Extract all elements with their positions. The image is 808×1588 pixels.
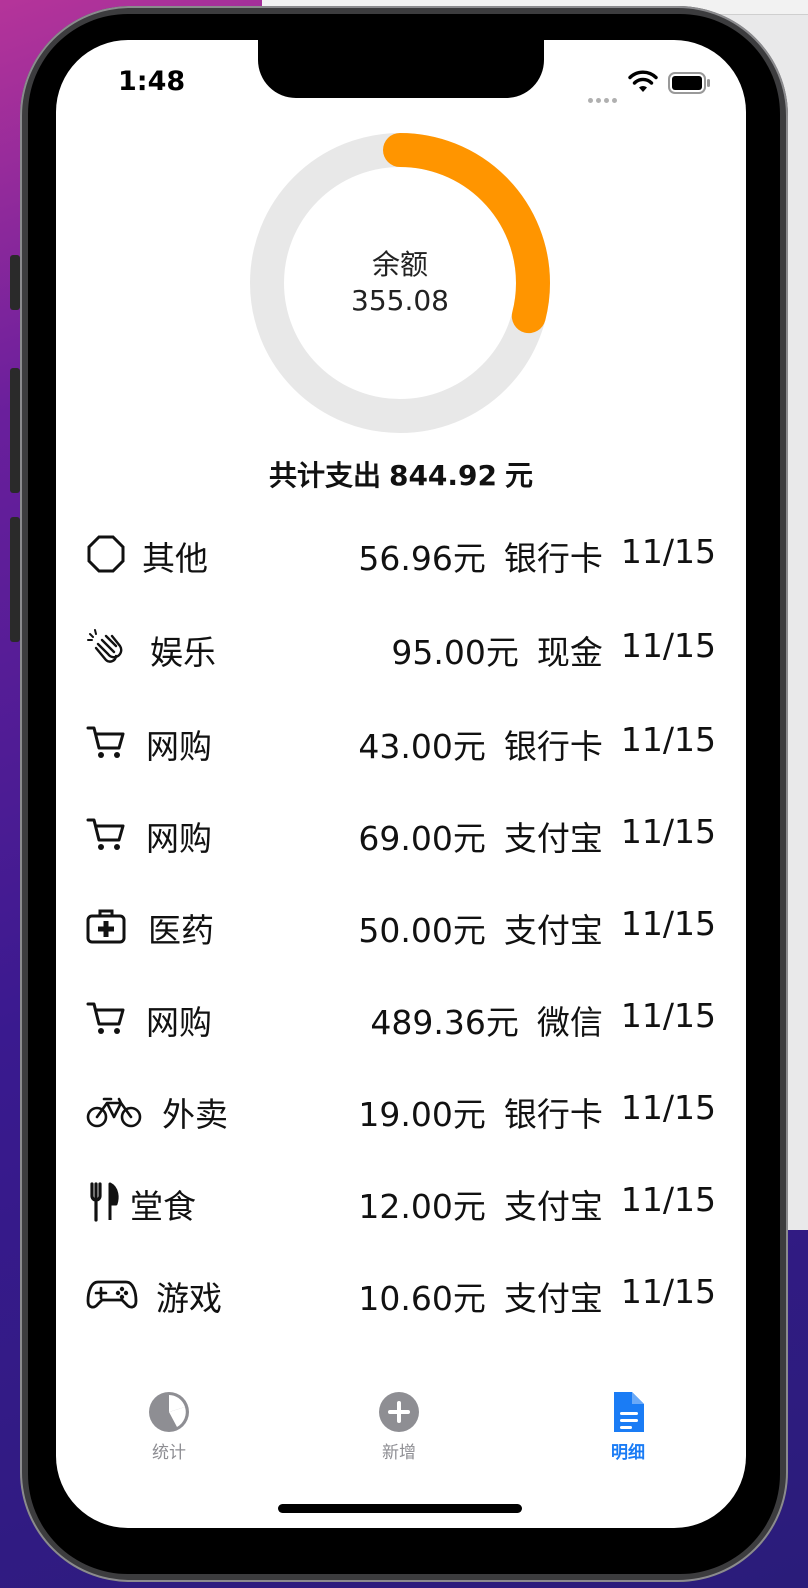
transaction-method: 银行卡 — [503, 539, 603, 578]
transaction-amount: 50.00元 — [358, 911, 486, 950]
transaction-category: 医药 — [148, 911, 214, 950]
tab-statistics-label: 统计 — [152, 1443, 186, 1463]
status-time: 1:48 — [118, 66, 186, 97]
app-screen: 1:48 余额 355.08 共计支出 844.92 元 其他 56.96元 银行卡 11… — [56, 40, 746, 1528]
transaction-method: 支付宝 — [503, 1279, 603, 1318]
transaction-row[interactable]: 医药 50.00元 支付宝 11/15 — [56, 880, 746, 972]
volume-down-button — [10, 517, 20, 642]
home-indicator[interactable] — [278, 1504, 522, 1513]
transaction-date: 11/15 — [620, 1272, 716, 1311]
octagon-icon — [86, 534, 126, 574]
mute-switch — [10, 255, 20, 310]
balance-label: 余额 — [371, 248, 428, 281]
total-expense-unit: 元 — [505, 459, 534, 492]
transaction-date: 11/15 — [620, 812, 716, 851]
transaction-category: 网购 — [146, 1003, 212, 1042]
transaction-method: 微信 — [536, 1003, 603, 1042]
tab-details[interactable]: 明细 — [568, 1390, 688, 1463]
transaction-row[interactable]: 网购 69.00元 支付宝 11/15 — [56, 788, 746, 880]
transaction-category: 娱乐 — [150, 633, 216, 672]
transaction-meta: 10.60元 支付宝 11/15 — [358, 1272, 716, 1320]
transaction-amount: 95.00元 — [391, 633, 519, 672]
transaction-meta: 69.00元 支付宝 11/15 — [358, 812, 716, 860]
clapping-hands-icon — [86, 628, 126, 668]
transaction-method: 支付宝 — [503, 1187, 603, 1226]
transaction-meta: 489.36元 微信 11/15 — [370, 996, 716, 1044]
transaction-category: 外卖 — [162, 1095, 228, 1134]
volume-up-button — [10, 368, 20, 493]
balance-value: 355.08 — [351, 284, 449, 317]
tab-add-label: 新增 — [382, 1443, 416, 1463]
transaction-row[interactable]: 网购 489.36元 微信 11/15 — [56, 972, 746, 1064]
medical-kit-icon — [86, 906, 126, 946]
tab-bar: 统计 新增 明细 — [56, 1390, 746, 1480]
transaction-date: 11/15 — [620, 1088, 716, 1127]
transaction-date: 11/15 — [620, 904, 716, 943]
cart-icon — [86, 722, 126, 762]
transaction-amount: 69.00元 — [358, 819, 486, 858]
transaction-method: 支付宝 — [503, 819, 603, 858]
transaction-category: 堂食 — [130, 1187, 196, 1226]
signal-dots-icon — [588, 88, 620, 107]
gamecontroller-icon — [86, 1274, 138, 1314]
transaction-category: 网购 — [146, 727, 212, 766]
transaction-amount: 56.96元 — [358, 539, 486, 578]
transaction-amount: 43.00元 — [358, 727, 486, 766]
total-expense-amount: 844.92 — [388, 459, 498, 492]
transaction-row[interactable]: 外卖 19.00元 银行卡 11/15 — [56, 1064, 746, 1156]
transaction-amount: 489.36元 — [370, 1003, 519, 1042]
balance-summary: 余额 355.08 — [250, 133, 550, 433]
transaction-category: 游戏 — [156, 1279, 222, 1318]
transaction-row[interactable]: 网购 43.00元 银行卡 11/15 — [56, 696, 746, 788]
transaction-meta: 50.00元 支付宝 11/15 — [358, 904, 716, 952]
transaction-amount: 19.00元 — [358, 1095, 486, 1134]
transaction-method: 银行卡 — [503, 727, 603, 766]
transaction-meta: 12.00元 支付宝 11/15 — [358, 1180, 716, 1228]
transaction-row[interactable]: 娱乐 95.00元 现金 11/15 — [56, 602, 746, 694]
transaction-amount: 10.60元 — [358, 1279, 486, 1318]
total-expense-prefix: 共计支出 — [268, 459, 381, 492]
fork-knife-icon — [86, 1182, 126, 1222]
tab-details-label: 明细 — [611, 1443, 645, 1463]
transaction-row[interactable]: 其他 56.96元 银行卡 11/15 — [56, 508, 746, 600]
transaction-method: 现金 — [536, 633, 603, 672]
battery-icon — [668, 72, 710, 94]
transaction-method: 银行卡 — [503, 1095, 603, 1134]
camera-notch — [258, 40, 544, 98]
transaction-method: 支付宝 — [503, 911, 603, 950]
transaction-date: 11/15 — [620, 996, 716, 1035]
plus-circle-icon — [379, 1392, 419, 1432]
transaction-meta: 19.00元 银行卡 11/15 — [358, 1088, 716, 1136]
total-expense: 共计支出 844.92 元 — [56, 454, 746, 494]
transaction-meta: 43.00元 银行卡 11/15 — [358, 720, 716, 768]
transaction-meta: 56.96元 银行卡 11/15 — [358, 532, 716, 580]
transaction-date: 11/15 — [620, 626, 716, 665]
wifi-icon — [628, 70, 658, 92]
transaction-row[interactable]: 堂食 12.00元 支付宝 11/15 — [56, 1156, 746, 1248]
pie-chart-icon — [149, 1392, 189, 1432]
document-icon — [614, 1392, 644, 1432]
transaction-row[interactable]: 游戏 10.60元 支付宝 11/15 — [56, 1248, 746, 1340]
transaction-date: 11/15 — [620, 720, 716, 759]
transaction-meta: 95.00元 现金 11/15 — [391, 626, 716, 674]
transaction-amount: 12.00元 — [358, 1187, 486, 1226]
bicycle-icon — [86, 1090, 142, 1130]
transaction-date: 11/15 — [620, 1180, 716, 1219]
tab-statistics[interactable]: 统计 — [109, 1390, 229, 1463]
transaction-date: 11/15 — [620, 532, 716, 571]
cart-icon — [86, 814, 126, 854]
transaction-category: 网购 — [146, 819, 212, 858]
cart-icon — [86, 998, 126, 1038]
transaction-category: 其他 — [142, 539, 208, 578]
tab-add[interactable]: 新增 — [339, 1390, 459, 1463]
